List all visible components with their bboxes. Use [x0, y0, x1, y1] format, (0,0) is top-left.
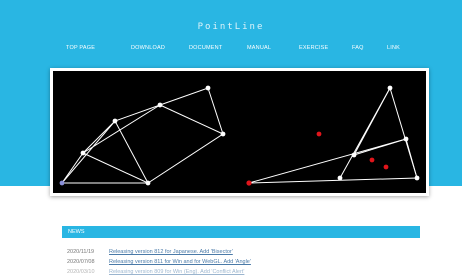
point	[369, 157, 375, 163]
site-logo[interactable]: PointLine	[0, 22, 462, 32]
point	[383, 164, 389, 170]
nav-faq[interactable]: FAQ	[352, 45, 364, 51]
news-date: 2020/03/10	[67, 269, 95, 275]
left-diagonal-4	[114, 120, 149, 184]
left-polygon	[61, 87, 224, 184]
point	[351, 152, 357, 158]
point	[403, 136, 409, 142]
main-nav: TOP PAGE DOWNLOAD DOCUMENT MANUAL EXERCI…	[62, 45, 402, 55]
nav-download[interactable]: DOWNLOAD	[131, 45, 165, 51]
point	[337, 175, 343, 181]
demo-canvas-frame	[50, 68, 429, 196]
news-title: NEWS	[68, 229, 85, 235]
news-date: 2020/11/19	[67, 249, 95, 255]
news-item: 2020/03/10 Releasing version 809 for Win…	[67, 269, 417, 275]
news-item: 2020/11/19 Releasing version 812 for Jap…	[67, 249, 417, 259]
news-item: 2020/07/08 Releasing version 811 for Win…	[67, 259, 417, 269]
news-header-bar: NEWS	[62, 226, 420, 238]
right-triangle	[248, 86, 418, 184]
point-selected	[59, 180, 65, 186]
left-diagonal-3	[159, 104, 224, 135]
nav-manual[interactable]: MANUAL	[247, 45, 271, 51]
nav-link[interactable]: LINK	[387, 45, 400, 51]
left-diagonal-2	[82, 152, 149, 184]
point	[112, 118, 118, 124]
news-link[interactable]: Releasing version 811 for Win and for We…	[109, 259, 251, 265]
point	[205, 85, 211, 91]
geometry-figure	[59, 85, 420, 186]
point	[220, 131, 226, 137]
right-line-1	[248, 138, 418, 184]
news-list: 2020/11/19 Releasing version 812 for Jap…	[67, 249, 417, 275]
demo-canvas[interactable]	[53, 71, 426, 193]
point	[246, 180, 252, 186]
point	[157, 102, 163, 108]
point	[414, 175, 420, 181]
white-points	[80, 85, 420, 186]
nav-document[interactable]: DOCUMENT	[189, 45, 222, 51]
nav-exercise[interactable]: EXERCISE	[299, 45, 328, 51]
news-link[interactable]: Releasing version 812 for Japanese. Add …	[109, 249, 233, 255]
point	[387, 85, 393, 91]
point	[80, 150, 86, 156]
left-diagonal-1	[82, 104, 161, 154]
point	[145, 180, 151, 186]
news-link[interactable]: Releasing version 809 for Win (Eng). Add…	[109, 269, 244, 275]
nav-top-page[interactable]: TOP PAGE	[66, 45, 95, 51]
figure-lines	[61, 86, 418, 184]
point	[316, 131, 322, 137]
news-date: 2020/07/08	[67, 259, 95, 265]
